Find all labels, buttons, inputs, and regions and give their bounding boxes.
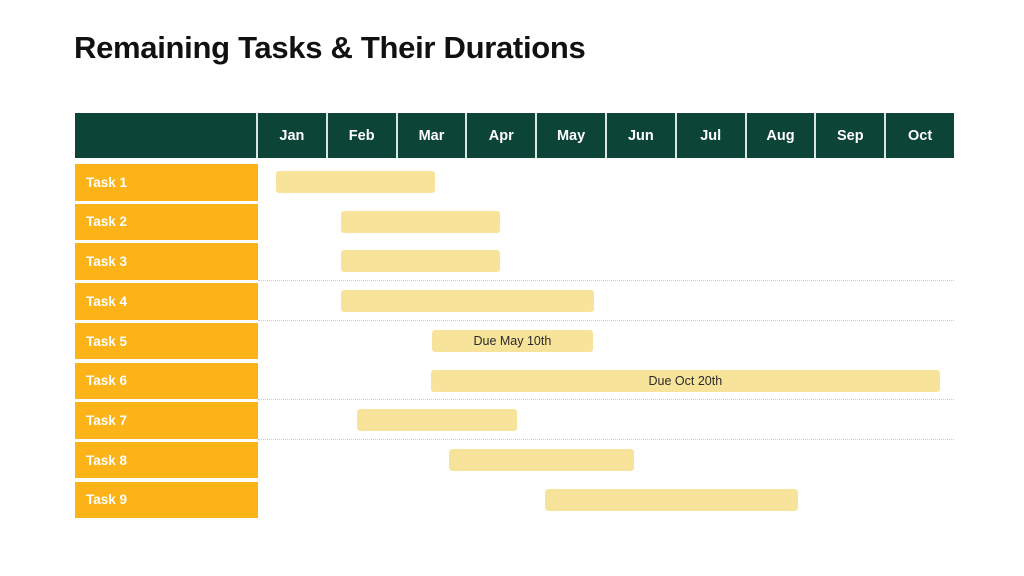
task-bar-label: Due May 10th [473,333,552,348]
task-row[interactable]: Task 7 [75,402,954,442]
task-label-cell[interactable]: Task 9 [75,481,258,519]
task-bar[interactable] [448,448,634,471]
month-header-aug[interactable]: Aug [747,113,817,158]
task-label-text: Task 4 [86,293,128,309]
task-label-cell[interactable]: Task 7 [75,402,258,439]
task-row[interactable]: Task 3 [75,243,954,283]
task-label-text: Task 1 [86,174,128,190]
task-row[interactable]: Task 6 Due Oct 20th [75,362,954,403]
task-bar[interactable] [340,210,500,233]
task-bar-label: Due Oct 20th [648,373,723,388]
task-label-text: Task 2 [86,214,128,230]
task-label-cell[interactable]: Task 6 [75,362,258,399]
task-label-cell[interactable]: Task 4 [75,283,258,320]
task-label-cell[interactable]: Task 3 [75,243,258,280]
task-label-text: Task 9 [86,492,128,508]
task-row[interactable]: Task 9 [75,481,954,522]
task-row[interactable]: Task 1 [75,164,954,204]
task-label-cell[interactable]: Task 5 [75,322,258,360]
task-label-text: Task 3 [86,254,128,270]
task-label-cell[interactable]: Task 2 [75,203,258,241]
gantt-body: Task 1 Task 2 Task 3 Task 4 Task 5 Due May 10… [75,164,954,522]
gantt-header-row: Jan Feb Mar Apr May Jun Jul Aug Sep Oct [75,113,954,158]
task-label-cell[interactable]: Task 1 [75,164,258,201]
task-label-text: Task 8 [86,452,128,468]
task-bar[interactable] [544,488,799,511]
month-header-may[interactable]: May [537,113,607,158]
task-bar[interactable] [340,290,595,313]
month-header-jul[interactable]: Jul [677,113,747,158]
plot-gridline [258,280,954,282]
month-header-feb[interactable]: Feb [328,113,398,158]
gantt-chart: Jan Feb Mar Apr May Jun Jul Aug Sep Oct Task 1 Tas… [75,113,954,522]
month-header-jun[interactable]: Jun [607,113,677,158]
plot-gridline [258,438,954,440]
plot-gridline [258,399,954,401]
task-label-text: Task 5 [86,333,128,349]
task-bar[interactable]: Due Oct 20th [430,369,941,392]
task-bar[interactable] [340,250,500,273]
gantt-header-corner [75,113,258,158]
month-header-jan[interactable]: Jan [258,113,328,158]
task-row[interactable]: Task 5 Due May 10th [75,322,954,363]
task-row[interactable]: Task 2 [75,203,954,244]
task-row[interactable]: Task 8 [75,441,954,482]
month-header-oct[interactable]: Oct [886,113,954,158]
month-header-sep[interactable]: Sep [816,113,887,158]
task-bar[interactable] [356,409,517,432]
plot-gridline [258,319,954,321]
month-header-mar[interactable]: Mar [398,113,468,158]
task-bar[interactable]: Due May 10th [432,329,593,352]
task-label-text: Task 6 [86,373,128,389]
month-header-apr[interactable]: Apr [467,113,538,158]
task-label-text: Task 7 [86,412,128,428]
page-title: Remaining Tasks & Their Durations [74,30,586,65]
task-bar[interactable] [276,171,435,193]
task-label-cell[interactable]: Task 8 [75,441,258,479]
task-row[interactable]: Task 4 [75,283,954,323]
